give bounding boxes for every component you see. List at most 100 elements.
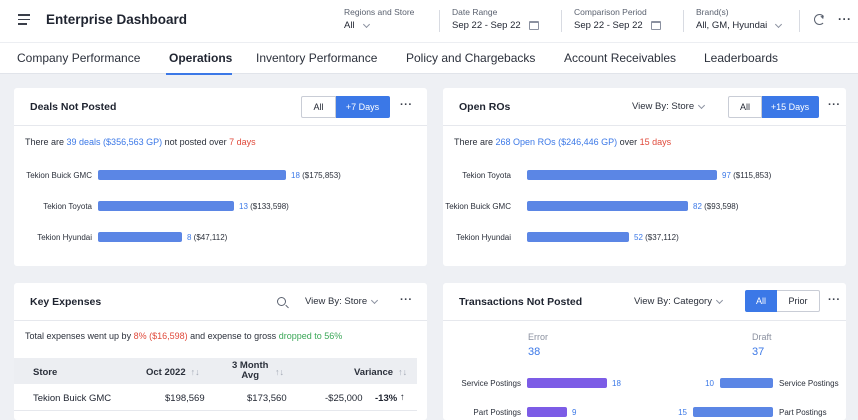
transactions-filter-toggle: All Prior — [745, 290, 820, 312]
divider — [439, 10, 440, 32]
cell-variance: -$25,000 — [325, 393, 363, 404]
tab-leaderboards[interactable]: Leaderboards — [704, 51, 778, 65]
sort-icon: ↑↓ — [190, 367, 200, 377]
bar-amount: ($93,598) — [701, 202, 739, 211]
bar-count: 18 — [291, 171, 300, 180]
app-title: Enterprise Dashboard — [46, 12, 188, 27]
chevron-down-icon — [775, 20, 783, 28]
view-by-store-dropdown[interactable]: View By: Store — [632, 101, 706, 112]
bar-value: 82 ($93,598) — [693, 202, 738, 211]
more-options-icon[interactable]: ··· — [828, 99, 841, 111]
deals-highlight: 39 deals ($356,563 GP) — [66, 137, 163, 147]
menu-icon[interactable] — [18, 14, 30, 25]
view-by-label: View By: Category — [634, 296, 712, 307]
more-options-icon[interactable]: ··· — [838, 12, 852, 26]
chevron-down-icon — [362, 20, 370, 28]
deals-summary: There are 39 deals ($356,563 GP) not pos… — [25, 137, 256, 147]
chevron-down-icon — [698, 101, 706, 109]
draft-count: 10 — [705, 379, 714, 388]
deals-days: 7 days — [229, 137, 256, 147]
ros-filter-toggle: All +15 Days — [728, 96, 819, 118]
tab-account-receivables[interactable]: Account Receivables — [564, 51, 676, 65]
deals-filter-toggle: All +7 Days — [301, 96, 390, 118]
refresh-icon[interactable] — [814, 14, 825, 25]
toggle-all[interactable]: All — [301, 96, 336, 118]
card-title: Open ROs — [459, 101, 511, 113]
calendar-icon — [528, 21, 539, 30]
view-by-label: View By: Store — [305, 296, 368, 307]
filter-label: Regions and Store — [344, 7, 415, 17]
bar-label: Tekion Toyota — [462, 171, 511, 180]
divider — [561, 10, 562, 32]
search-icon[interactable] — [277, 297, 286, 306]
column-header-store[interactable]: Store — [33, 367, 57, 378]
toggle-all[interactable]: All — [728, 96, 762, 118]
column-header-variance[interactable]: Variance ↑↓ — [354, 367, 407, 378]
bar — [98, 201, 234, 211]
sort-icon: ↑↓ — [398, 367, 408, 377]
view-by-category-dropdown[interactable]: View By: Category — [634, 296, 724, 307]
bar-amount: ($37,112) — [642, 233, 679, 242]
tab-inventory-performance[interactable]: Inventory Performance — [256, 51, 377, 65]
bar-value: 8 ($47,112) — [187, 233, 227, 242]
divider — [14, 320, 427, 321]
open-ros-card: Open ROs View By: Store All +15 Days ···… — [443, 88, 846, 266]
bar-amount: ($133,598) — [247, 202, 289, 211]
category-label-left: Part Postings — [473, 408, 521, 417]
bar-label: Tekion Toyota — [43, 202, 92, 211]
filter-label: Date Range — [452, 7, 498, 17]
error-label: Error — [528, 332, 548, 342]
bar-label: Tekion Buick GMC — [26, 171, 92, 180]
filter-label: Comparison Period — [574, 7, 647, 17]
more-options-icon[interactable]: ··· — [400, 99, 413, 111]
toggle-all[interactable]: All — [745, 290, 777, 312]
top-bar: Enterprise Dashboard Regions and Store A… — [0, 0, 858, 42]
column-header-3-month-avg[interactable]: 3 Month Avg — [232, 361, 268, 381]
bar-count: 13 — [239, 202, 248, 211]
bar-count: 52 — [634, 233, 643, 242]
chevron-down-icon — [371, 296, 379, 304]
error-count: 18 — [612, 379, 621, 388]
card-title: Deals Not Posted — [30, 101, 117, 113]
toggle-prior[interactable]: Prior — [777, 290, 820, 312]
divider — [683, 10, 684, 32]
cell-avg: $173,560 — [247, 393, 287, 404]
toggle-plus-15-days[interactable]: +15 Days — [762, 96, 819, 118]
chevron-down-icon — [715, 296, 724, 304]
expenses-table-header: Store Oct 2022 ↑↓ 3 Month Avg ↑↓ Variance ↑… — [14, 358, 417, 384]
filter-value: All, GM, Hyundai — [696, 20, 768, 31]
error-bar — [527, 407, 567, 417]
transactions-not-posted-card: Transactions Not Posted View By: Categor… — [443, 283, 846, 420]
view-by-label: View By: Store — [632, 101, 695, 112]
bar-amount: ($115,853) — [730, 171, 772, 180]
tab-company-performance[interactable]: Company Performance — [17, 51, 140, 65]
active-tab-indicator — [166, 73, 232, 75]
bar-value: 13 ($133,598) — [239, 202, 289, 211]
view-by-store-dropdown[interactable]: View By: Store — [305, 296, 379, 307]
bar-value: 52 ($37,112) — [634, 233, 679, 242]
sort-icon[interactable]: ↑↓ — [275, 367, 284, 377]
column-header-oct-2022[interactable]: Oct 2022 ↑↓ — [146, 367, 200, 378]
expenses-up: 8% ($16,598) — [133, 331, 188, 341]
more-options-icon[interactable]: ··· — [828, 294, 841, 306]
filter-date-range[interactable]: Date Range Sep 22 - Sep 22 — [452, 7, 539, 35]
tab-operations[interactable]: Operations — [169, 51, 232, 65]
filter-brands[interactable]: Brand(s) All, GM, Hyundai — [696, 7, 783, 35]
tab-bar: Company Performance Operations Inventory… — [0, 42, 858, 75]
draft-bar — [720, 378, 773, 388]
more-options-icon[interactable]: ··· — [400, 294, 413, 306]
ros-days: 15 days — [639, 137, 672, 147]
toggle-plus-7-days[interactable]: +7 Days — [336, 96, 390, 118]
bar — [98, 232, 182, 242]
filter-regions[interactable]: Regions and Store All — [344, 7, 414, 35]
divider — [14, 125, 427, 126]
divider — [799, 10, 800, 32]
calendar-icon — [650, 21, 661, 30]
bar-amount: ($47,112) — [191, 233, 228, 242]
filter-comparison-period[interactable]: Comparison Period Sep 22 - Sep 22 — [574, 7, 661, 35]
filter-value: All — [344, 20, 355, 31]
tab-policy-and-chargebacks[interactable]: Policy and Chargebacks — [406, 51, 535, 65]
card-title: Transactions Not Posted — [459, 296, 583, 308]
divider — [443, 125, 846, 126]
expenses-summary: Total expenses went up by 8% ($16,598) a… — [25, 331, 343, 341]
